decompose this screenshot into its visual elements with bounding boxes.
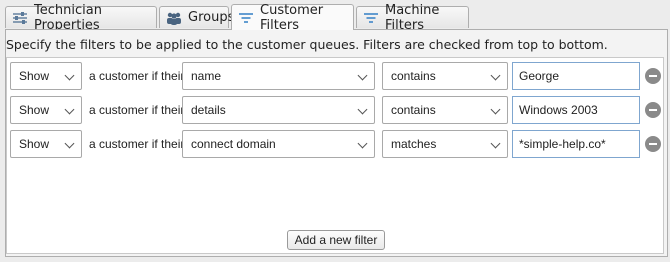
chevron-down-icon <box>357 70 368 81</box>
operator-select[interactable]: contains <box>382 62 508 90</box>
value-input[interactable]: George <box>512 62 640 90</box>
value-input[interactable]: Windows 2003 <box>512 96 640 124</box>
action-value: Show <box>19 69 50 83</box>
chevron-down-icon <box>490 70 501 81</box>
chevron-down-icon <box>490 138 501 149</box>
field-value: name <box>191 69 222 83</box>
value-text: George <box>519 69 560 83</box>
filter-row: Show a customer if their details contain… <box>0 96 670 126</box>
tab-label: Technician Properties <box>34 2 102 33</box>
tab-label: Machine Filters <box>385 2 440 33</box>
remove-filter-button[interactable] <box>645 68 661 84</box>
operator-value: contains <box>391 69 436 83</box>
value-text: *simple-help.co* <box>519 137 606 151</box>
filter-row: Show a customer if their name contains G… <box>0 62 670 92</box>
field-value: details <box>191 103 226 117</box>
tab-label: Customer Filters <box>260 2 324 33</box>
operator-value: contains <box>391 103 436 117</box>
connector-label: a customer if their <box>89 137 185 151</box>
chevron-down-icon <box>64 138 75 149</box>
action-select[interactable]: Show <box>10 130 82 158</box>
filter-icon <box>363 10 379 26</box>
remove-filter-button[interactable] <box>645 102 661 118</box>
chevron-down-icon <box>64 104 75 115</box>
filter-icon <box>238 10 254 26</box>
operator-select[interactable]: matches <box>382 130 508 158</box>
filter-row: Show a customer if their connect domain … <box>0 130 670 160</box>
connector-label: a customer if their <box>89 69 185 83</box>
action-value: Show <box>19 103 50 117</box>
tab-machine-filters[interactable]: Machine Filters <box>356 3 469 33</box>
group-icon <box>166 10 182 26</box>
action-select[interactable]: Show <box>10 62 82 90</box>
description-text: Specify the filters to be applied to the… <box>6 37 608 52</box>
connector-label: a customer if their <box>89 103 185 117</box>
field-select[interactable]: name <box>182 62 375 90</box>
action-value: Show <box>19 137 50 151</box>
tab-technician-properties[interactable]: Technician Properties <box>5 3 157 33</box>
chevron-down-icon <box>357 104 368 115</box>
chevron-down-icon <box>357 138 368 149</box>
remove-filter-button[interactable] <box>645 136 661 152</box>
value-input[interactable]: *simple-help.co* <box>512 130 640 158</box>
operator-value: matches <box>391 137 437 151</box>
tab-customer-filters[interactable]: Customer Filters <box>231 2 354 33</box>
tab-bar: Technician Properties Groups Customer Fi… <box>0 0 670 33</box>
tab-label: Groups <box>188 10 235 25</box>
field-value: connect domain <box>191 137 276 151</box>
action-select[interactable]: Show <box>10 96 82 124</box>
operator-select[interactable]: contains <box>382 96 508 124</box>
add-filter-button[interactable]: Add a new filter <box>287 230 385 250</box>
tab-groups[interactable]: Groups <box>159 6 234 28</box>
value-text: Windows 2003 <box>519 103 598 117</box>
chevron-down-icon <box>64 70 75 81</box>
chevron-down-icon <box>490 104 501 115</box>
field-select[interactable]: connect domain <box>182 130 375 158</box>
field-select[interactable]: details <box>182 96 375 124</box>
sliders-icon <box>12 10 28 26</box>
